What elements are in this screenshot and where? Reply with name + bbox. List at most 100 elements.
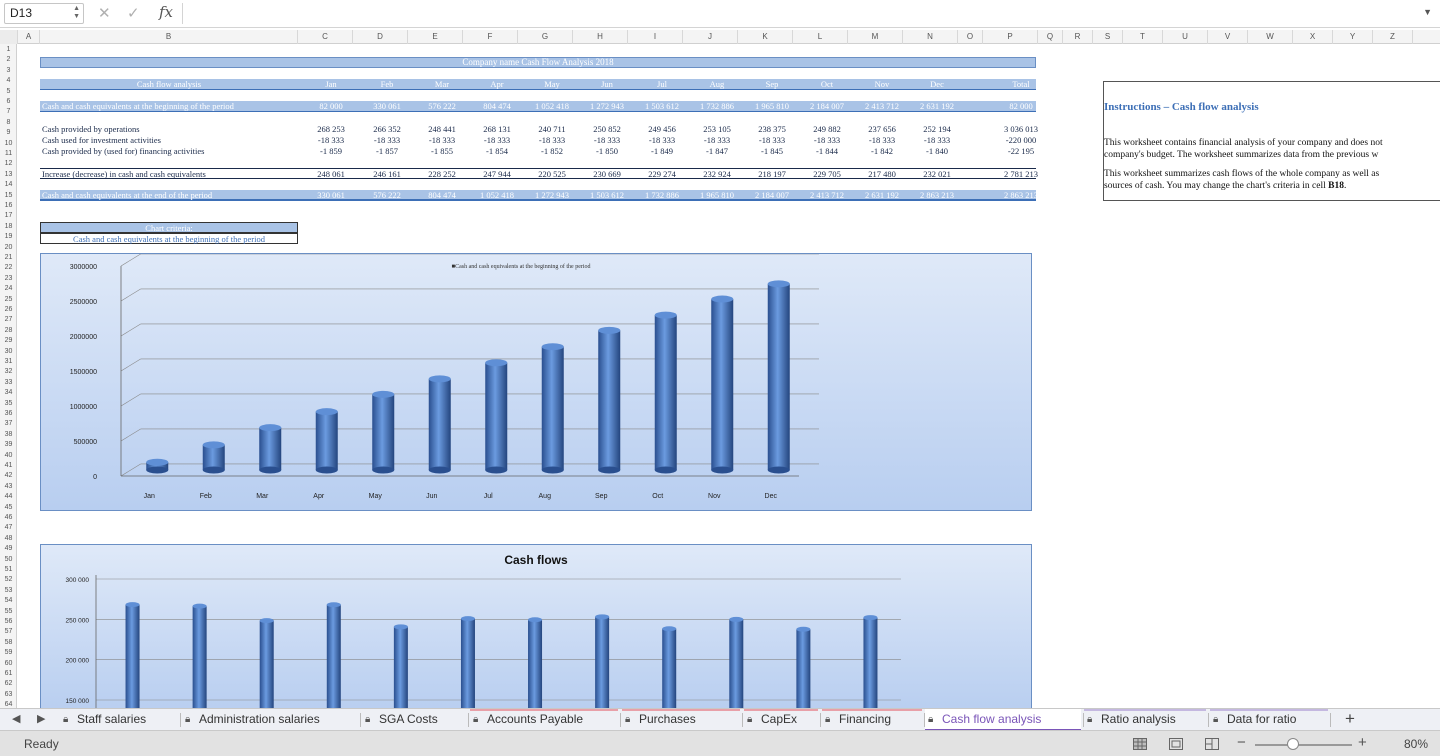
value-cell[interactable]: 232 924 bbox=[691, 169, 743, 180]
row-header[interactable]: 58 bbox=[0, 637, 16, 648]
row-header[interactable]: 3 bbox=[0, 65, 16, 76]
value-cell[interactable]: 2 184 007 bbox=[801, 101, 853, 111]
row-header[interactable]: 18 bbox=[0, 221, 16, 232]
value-cell[interactable]: -1 852 bbox=[526, 146, 578, 157]
value-cell[interactable]: -18 333 bbox=[416, 135, 468, 146]
value-cell[interactable]: -1 847 bbox=[691, 146, 743, 157]
value-cell[interactable]: 252 194 bbox=[911, 124, 963, 135]
total-cell[interactable]: -220 000 bbox=[995, 135, 1047, 146]
row-header[interactable]: 53 bbox=[0, 585, 16, 596]
zoom-in-icon[interactable]: + bbox=[1358, 734, 1367, 751]
row-header[interactable]: 32 bbox=[0, 366, 16, 377]
value-cell[interactable]: -1 849 bbox=[636, 146, 688, 157]
value-cell[interactable]: 248 441 bbox=[416, 124, 468, 135]
value-cell[interactable]: 1 965 810 bbox=[691, 190, 743, 200]
row-header[interactable]: 39 bbox=[0, 439, 16, 450]
value-cell[interactable]: 217 480 bbox=[856, 169, 908, 180]
value-cell[interactable]: 82 000 bbox=[305, 101, 357, 111]
row-header[interactable]: 27 bbox=[0, 314, 16, 325]
value-cell[interactable]: -1 842 bbox=[856, 146, 908, 157]
scroll-tabs-left-icon[interactable]: ◀ bbox=[12, 712, 20, 725]
column-header[interactable]: V bbox=[1208, 30, 1248, 44]
value-cell[interactable]: 249 882 bbox=[801, 124, 853, 135]
function-icon[interactable]: fx bbox=[159, 3, 173, 21]
name-box[interactable]: D13 ▲ ▼ bbox=[4, 3, 84, 24]
total-cell[interactable]: 82 000 bbox=[995, 101, 1047, 111]
row-header[interactable]: 59 bbox=[0, 647, 16, 658]
value-cell[interactable]: 268 253 bbox=[305, 124, 357, 135]
value-cell[interactable]: -18 333 bbox=[305, 135, 357, 146]
row-header[interactable]: 56 bbox=[0, 616, 16, 627]
row-header[interactable]: 23 bbox=[0, 273, 16, 284]
column-header[interactable]: D bbox=[353, 30, 408, 44]
value-cell[interactable]: 576 222 bbox=[361, 190, 413, 200]
column-header[interactable]: J bbox=[683, 30, 738, 44]
row-header[interactable]: 15 bbox=[0, 190, 16, 201]
value-cell[interactable]: 804 474 bbox=[471, 101, 523, 111]
column-header[interactable]: P bbox=[983, 30, 1038, 44]
value-cell[interactable]: 238 375 bbox=[746, 124, 798, 135]
value-cell[interactable]: 237 656 bbox=[856, 124, 908, 135]
row-header[interactable]: 46 bbox=[0, 512, 16, 523]
sheet-tab[interactable]: 🔒︎ Cash flow analysis bbox=[925, 709, 1081, 731]
row-header[interactable]: 31 bbox=[0, 356, 16, 367]
sheet-tab[interactable]: 🔒︎ Financing bbox=[822, 709, 922, 731]
total-cell[interactable]: 3 036 013 bbox=[995, 124, 1047, 135]
row-header[interactable]: 33 bbox=[0, 377, 16, 388]
value-cell[interactable]: -1 857 bbox=[361, 146, 413, 157]
value-cell[interactable]: 2 413 712 bbox=[801, 190, 853, 200]
row-header[interactable]: 57 bbox=[0, 626, 16, 637]
name-box-spinner-icon[interactable]: ▲ ▼ bbox=[73, 5, 80, 21]
beginning-cash-chart[interactable]: 0 500000 1000000 1500000 2000000 2500000 30000… bbox=[40, 253, 1032, 511]
row-header[interactable]: 16 bbox=[0, 200, 16, 211]
row-header[interactable]: 8 bbox=[0, 117, 16, 128]
value-cell[interactable]: 220 525 bbox=[526, 169, 578, 180]
cash-flows-chart[interactable]: Cash flows 150 000 200 000 250 000 300 000 bbox=[40, 544, 1032, 708]
column-header[interactable]: Q bbox=[1038, 30, 1063, 44]
column-header[interactable]: K bbox=[738, 30, 793, 44]
value-cell[interactable]: 330 061 bbox=[361, 101, 413, 111]
column-header[interactable]: R bbox=[1063, 30, 1093, 44]
value-cell[interactable]: 1 052 418 bbox=[471, 190, 523, 200]
value-cell[interactable]: -18 333 bbox=[691, 135, 743, 146]
value-cell[interactable]: 1 052 418 bbox=[526, 101, 578, 111]
value-cell[interactable]: -18 333 bbox=[856, 135, 908, 146]
row-header[interactable]: 12 bbox=[0, 158, 16, 169]
column-header[interactable]: H bbox=[573, 30, 628, 44]
value-cell[interactable]: 230 669 bbox=[581, 169, 633, 180]
value-cell[interactable]: 228 252 bbox=[416, 169, 468, 180]
value-cell[interactable]: 253 105 bbox=[691, 124, 743, 135]
row-header[interactable]: 35 bbox=[0, 398, 16, 409]
row-header[interactable]: 62 bbox=[0, 678, 16, 689]
row-header[interactable]: 44 bbox=[0, 491, 16, 502]
value-cell[interactable]: 2 184 007 bbox=[746, 190, 798, 200]
value-cell[interactable]: 2 863 213 bbox=[911, 190, 963, 200]
sheet-grid[interactable]: Company name Cash Flow Analysis 2018 Cas… bbox=[18, 44, 1440, 708]
row-header[interactable]: 17 bbox=[0, 210, 16, 221]
value-cell[interactable]: 1 503 612 bbox=[636, 101, 688, 111]
value-cell[interactable]: 1 732 886 bbox=[636, 190, 688, 200]
row-header[interactable]: 37 bbox=[0, 418, 16, 429]
row-header[interactable]: 55 bbox=[0, 606, 16, 617]
column-header[interactable]: O bbox=[958, 30, 983, 44]
formula-expand-icon[interactable]: ▼ bbox=[1423, 7, 1432, 17]
zoom-level[interactable]: 80% bbox=[1404, 737, 1428, 751]
row-header[interactable]: 42 bbox=[0, 470, 16, 481]
page-break-preview-icon[interactable] bbox=[1205, 738, 1219, 750]
row-header[interactable]: 25 bbox=[0, 294, 16, 305]
value-cell[interactable]: 229 274 bbox=[636, 169, 688, 180]
row-header[interactable]: 51 bbox=[0, 564, 16, 575]
column-header[interactable]: T bbox=[1123, 30, 1163, 44]
row-header[interactable]: 43 bbox=[0, 481, 16, 492]
normal-view-icon[interactable] bbox=[1133, 738, 1147, 750]
value-cell[interactable]: -1 840 bbox=[911, 146, 963, 157]
value-cell[interactable]: 229 705 bbox=[801, 169, 853, 180]
value-cell[interactable]: 576 222 bbox=[416, 101, 468, 111]
sheet-tab[interactable]: 🔒︎ Purchases bbox=[622, 709, 740, 731]
row-header[interactable]: 10 bbox=[0, 138, 16, 149]
value-cell[interactable]: -1 850 bbox=[581, 146, 633, 157]
row-header[interactable]: 28 bbox=[0, 325, 16, 336]
formula-input[interactable] bbox=[182, 3, 1412, 24]
row-header[interactable]: 13 bbox=[0, 169, 16, 180]
row-header[interactable]: 26 bbox=[0, 304, 16, 315]
